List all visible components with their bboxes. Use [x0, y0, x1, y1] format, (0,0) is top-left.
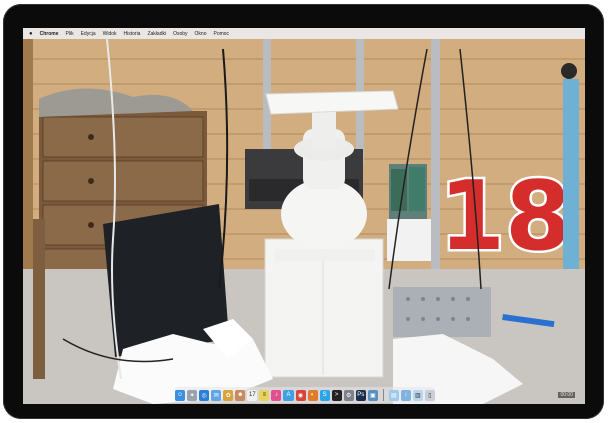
dock-finder-icon[interactable]: ☺	[175, 389, 186, 401]
dock-app-store-icon[interactable]: A	[283, 389, 294, 401]
dock-downloads-icon[interactable]: ↓	[400, 389, 411, 401]
dock-documents-icon[interactable]: ▥	[412, 389, 423, 401]
dock-itunes-icon[interactable]: ♪	[271, 389, 282, 401]
dock-launchpad-icon[interactable]: ✦	[187, 389, 198, 401]
menu-item-pomoc[interactable]: Pomoc	[214, 31, 230, 37]
video-timestamp: 00:00	[558, 392, 575, 398]
workshop-photo: 18	[23, 39, 585, 404]
dock-contacts-icon[interactable]: ☻	[235, 389, 246, 401]
dock-system-preferences-icon[interactable]: ⚙	[343, 389, 354, 401]
menu-item-okno[interactable]: Okno	[195, 31, 207, 37]
dock-trash-icon[interactable]: ▯	[424, 389, 435, 401]
dock-photoshop-icon[interactable]: Ps	[355, 389, 366, 401]
dock-safari-icon[interactable]: ◎	[199, 389, 210, 401]
laptop-frame: 18 ● Chrome Plik Edycja Widok Historia Z…	[3, 4, 604, 419]
screen: 18 ● Chrome Plik Edycja Widok Historia Z…	[23, 28, 585, 404]
dock-firefox-icon[interactable]: ◐	[307, 389, 318, 401]
menu-bar: ● Chrome Plik Edycja Widok Historia Zakł…	[23, 28, 585, 39]
dock: ☺ ✦ ◎ ✉ ✿ ☻ 17 ≡ ♪ A ◉ ◐ S > ⚙ Ps ▣ ▤ ↓ ▥ ▯	[175, 387, 435, 403]
menu-item-edycja[interactable]: Edycja	[81, 31, 96, 37]
menu-item-historia[interactable]: Historia	[124, 31, 141, 37]
menu-item-osoby[interactable]: Osoby	[173, 31, 187, 37]
menu-item-plik[interactable]: Plik	[66, 31, 74, 37]
apple-menu-icon[interactable]: ●	[29, 31, 33, 37]
dock-chrome-icon[interactable]: ◉	[295, 389, 306, 401]
dock-calendar-icon[interactable]: 17	[247, 389, 258, 401]
number-18-decoration: 18	[439, 162, 571, 272]
menu-item-widok[interactable]: Widok	[103, 31, 117, 37]
dock-skype-icon[interactable]: S	[319, 389, 330, 401]
menu-item-zakladki[interactable]: Zakładki	[147, 31, 166, 37]
dock-preview-icon[interactable]: ▣	[367, 389, 378, 401]
dock-separator	[382, 389, 384, 401]
dock-terminal-icon[interactable]: >	[331, 389, 342, 401]
dock-photos-icon[interactable]: ✿	[223, 389, 234, 401]
dock-notes-icon[interactable]: ≡	[259, 389, 270, 401]
menu-app-name[interactable]: Chrome	[40, 31, 59, 37]
dock-folder-icon[interactable]: ▤	[388, 389, 399, 401]
dock-mail-icon[interactable]: ✉	[211, 389, 222, 401]
